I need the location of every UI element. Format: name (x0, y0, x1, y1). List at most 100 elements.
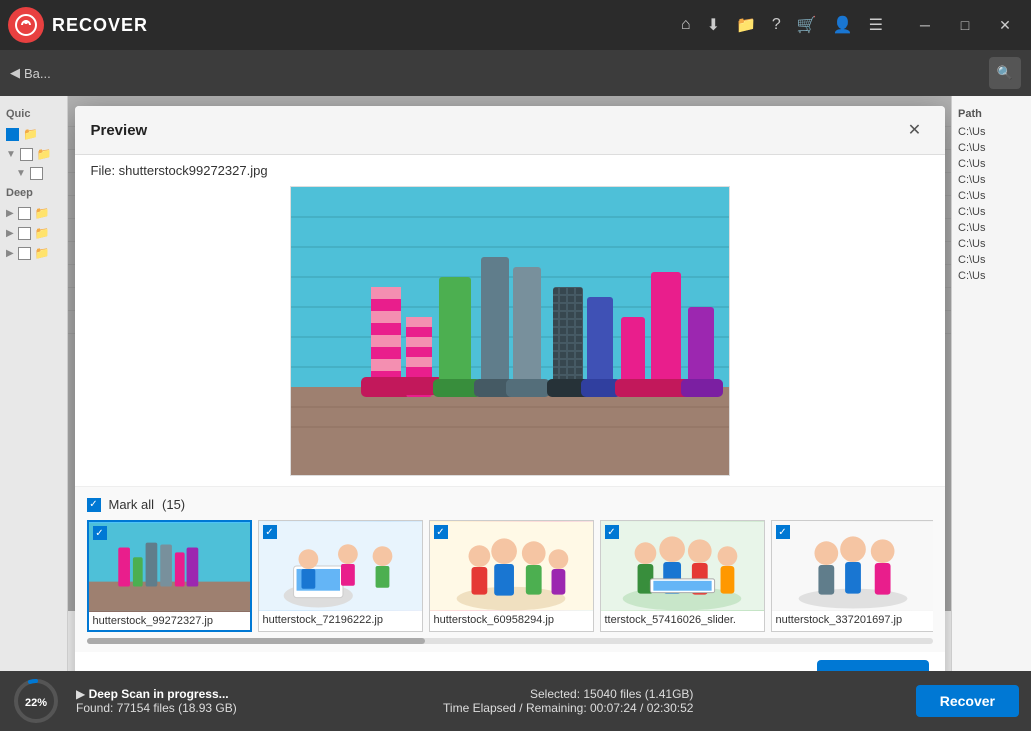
title-bar-controls: ⌂ ⬇ 📁 ? 🛒 👤 ☰ ─ □ ✕ (681, 7, 1023, 43)
expand-arrow-3: ▶ (6, 208, 14, 219)
quick-label: Quic (4, 104, 63, 124)
status-info: ▶ Deep Scan in progress... Found: 77154 … (76, 687, 237, 715)
expand-arrow-4: ▶ (6, 228, 14, 239)
recover-main-button[interactable]: Recover (916, 685, 1019, 717)
back-button[interactable]: ◀ Ba... (10, 65, 51, 81)
preview-filename: File: shutterstock99272327.jpg (75, 155, 945, 186)
content-area: Quic 📁 ▼ 📁 ▼ Deep ▶ 📁 ▶ (0, 96, 1031, 671)
thumb-image-4 (601, 521, 764, 611)
progress-indicator: 22% (12, 677, 60, 725)
folder-icon-1: 📁 (23, 127, 38, 141)
thumb-check-4[interactable]: ✓ (605, 525, 619, 539)
thumb-label-1: hutterstock_99272327.jp (89, 612, 250, 630)
sidebar-check-1[interactable] (6, 128, 19, 141)
sidebar: Quic 📁 ▼ 📁 ▼ Deep ▶ 📁 ▶ (0, 96, 68, 671)
back-arrow-icon: ◀ (10, 65, 20, 81)
minimize-button[interactable]: ─ (907, 7, 943, 43)
path-value-8: C:\Us (952, 236, 1031, 252)
thumb-label-2: hutterstock_72196222.jp (259, 611, 422, 629)
mark-all-label: Mark all (109, 497, 155, 512)
sidebar-check-6[interactable] (18, 247, 31, 260)
found-status: Found: 77154 files (18.93 GB) (76, 701, 237, 715)
thumb-image-3 (430, 521, 593, 611)
status-time-info: Selected: 15040 files (1.41GB) Time Elap… (443, 687, 693, 715)
path-value-6: C:\Us (952, 204, 1031, 220)
search-button[interactable]: 🔍 (989, 57, 1021, 89)
help-icon[interactable]: ? (772, 16, 781, 34)
preview-close-button[interactable]: ✕ (901, 116, 929, 144)
folder-icon-3: 📁 (35, 206, 50, 220)
preview-image-area (75, 186, 945, 486)
sidebar-item-6[interactable]: ▶ 📁 (4, 243, 63, 263)
sidebar-item-3[interactable]: ▼ (4, 164, 63, 183)
thumb-check-3[interactable]: ✓ (434, 525, 448, 539)
deep-label: Deep (4, 183, 63, 203)
folder-icon-4: 📁 (35, 226, 50, 240)
thumb-label-4: tterstock_57416026_slider. (601, 611, 764, 629)
path-value-5: C:\Us (952, 188, 1031, 204)
thumbnail-5[interactable]: ✓ (771, 520, 933, 632)
scan-icon: ▶ (76, 687, 85, 701)
mark-all-checkbox[interactable]: ✓ (87, 498, 101, 512)
sidebar-item-1[interactable]: 📁 (4, 124, 63, 144)
menu-icon[interactable]: ☰ (869, 15, 883, 35)
folder-icon-2: 📁 (37, 147, 52, 161)
path-value-3: C:\Us (952, 156, 1031, 172)
time-status: Time Elapsed / Remaining: 00:07:24 / 02:… (443, 701, 693, 715)
preview-header: Preview ✕ (75, 106, 945, 155)
expand-arrow-5: ▶ (6, 248, 14, 259)
sidebar-check-5[interactable] (18, 227, 31, 240)
thumbnails-strip: ✓ (87, 520, 933, 632)
thumb-image-2 (259, 521, 422, 611)
sidebar-check-3[interactable] (30, 167, 43, 180)
sidebar-item-5[interactable]: ▶ 📁 (4, 223, 63, 243)
thumb-check-1[interactable]: ✓ (93, 526, 107, 540)
preview-recover-button[interactable]: Recover (817, 660, 928, 671)
sidebar-item-2[interactable]: ▼ 📁 (4, 144, 63, 164)
status-bar: 22% ▶ Deep Scan in progress... Found: 77… (0, 671, 1031, 731)
folder-icon[interactable]: 📁 (736, 15, 756, 35)
thumbnail-scrollbar[interactable] (87, 638, 933, 644)
mark-all-row: ✓ Mark all (15) (87, 497, 933, 512)
mark-all-count: (15) (162, 497, 185, 512)
preview-main-image (290, 186, 730, 476)
preview-footer: Recover (75, 652, 945, 671)
main-area: ◀ Ba... 🔍 Quic 📁 ▼ 📁 ▼ Deep (0, 50, 1031, 731)
path-value-10: C:\Us (952, 268, 1031, 284)
preview-title: Preview (91, 122, 148, 139)
sidebar-check-4[interactable] (18, 207, 31, 220)
thumb-check-2[interactable]: ✓ (263, 525, 277, 539)
cart-icon[interactable]: 🛒 (797, 15, 817, 35)
maximize-button[interactable]: □ (947, 7, 983, 43)
search-icon: 🔍 (997, 65, 1013, 81)
user-icon[interactable]: 👤 (833, 15, 853, 35)
expand-arrow-1: ▼ (6, 149, 16, 160)
thumbnail-3[interactable]: ✓ (429, 520, 594, 632)
path-value-7: C:\Us (952, 220, 1031, 236)
preview-thumbnails-area: ✓ Mark all (15) ✓ (75, 486, 945, 652)
thumb-image-1 (89, 522, 250, 612)
thumbnail-2[interactable]: ✓ (258, 520, 423, 632)
thumb-label-5: nutterstock_337201697.jp (772, 611, 933, 629)
preview-overlay: Preview ✕ File: shutterstock99272327.jpg (68, 96, 951, 611)
thumbnail-scrollbar-handle[interactable] (87, 638, 425, 644)
boots-image (291, 187, 730, 476)
path-value-9: C:\Us (952, 252, 1031, 268)
sidebar-check-2[interactable] (20, 148, 33, 161)
sidebar-item-4[interactable]: ▶ 📁 (4, 203, 63, 223)
preview-dialog: Preview ✕ File: shutterstock99272327.jpg (75, 106, 945, 671)
path-value-2: C:\Us (952, 140, 1031, 156)
selected-status: Selected: 15040 files (1.41GB) (443, 687, 693, 701)
thumb-check-5[interactable]: ✓ (776, 525, 790, 539)
svg-text:22%: 22% (25, 697, 47, 709)
download-icon[interactable]: ⬇ (707, 15, 720, 35)
thumbnail-4[interactable]: ✓ (600, 520, 765, 632)
close-button[interactable]: ✕ (987, 7, 1023, 43)
app-name: RECOVER (52, 15, 148, 36)
path-column-header: Path (952, 104, 1031, 124)
thumbnail-1[interactable]: ✓ (87, 520, 252, 632)
path-value-1: C:\Us (952, 124, 1031, 140)
window-controls: ─ □ ✕ (907, 7, 1023, 43)
home-icon[interactable]: ⌂ (681, 16, 691, 34)
path-value-4: C:\Us (952, 172, 1031, 188)
